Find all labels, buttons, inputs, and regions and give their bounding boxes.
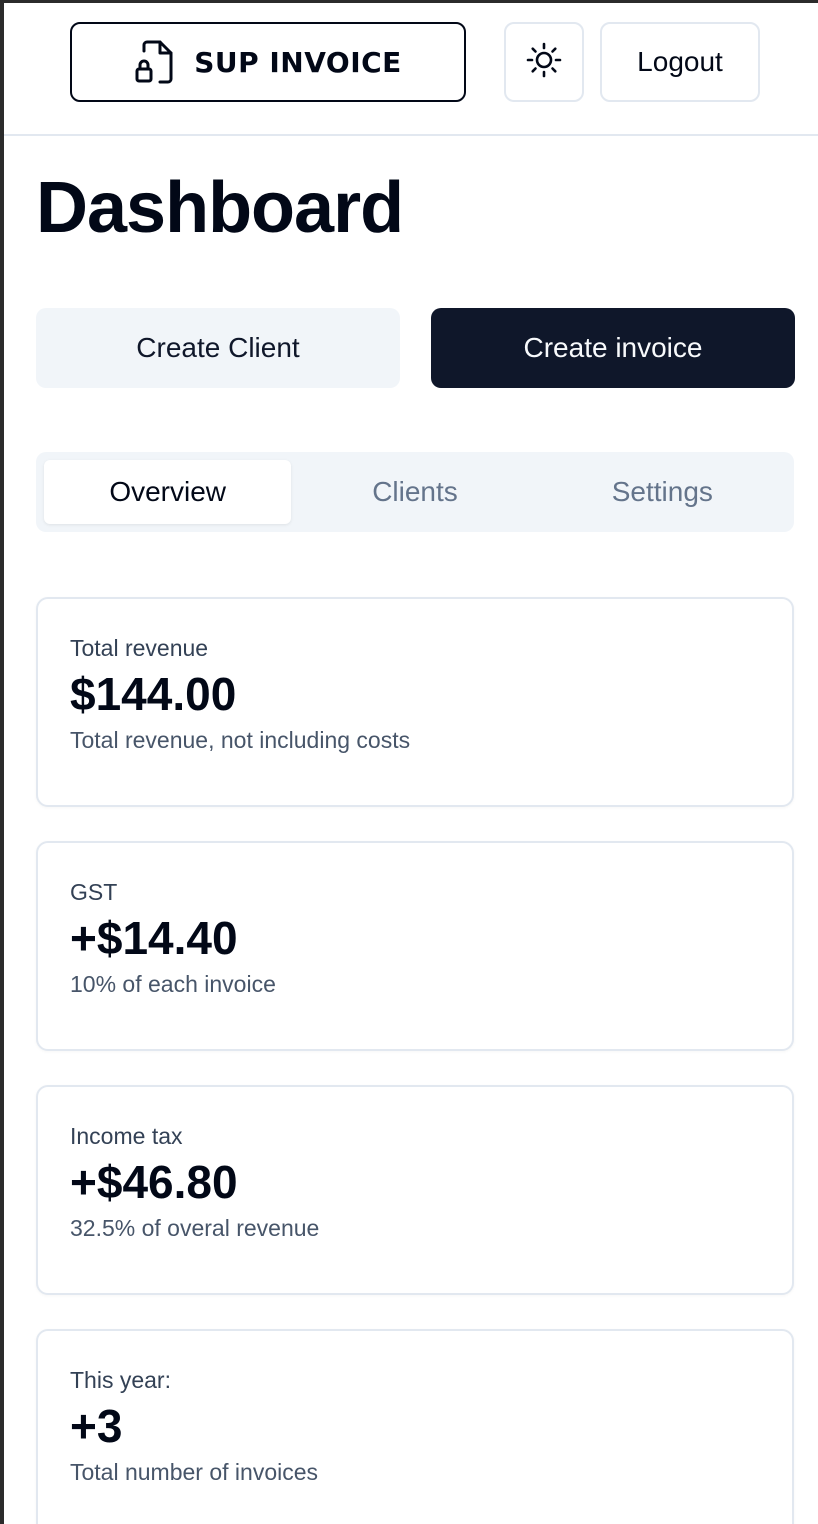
logout-button[interactable]: Logout (600, 22, 760, 102)
card-label: GST (70, 879, 118, 905)
create-invoice-button[interactable]: Create invoice (431, 308, 795, 388)
create-client-button[interactable]: Create Client (36, 308, 400, 388)
page-title: Dashboard (36, 168, 404, 248)
card-value: +3 (70, 1400, 123, 1452)
card-description: Total revenue, not including costs (70, 727, 411, 753)
card-description: Total number of invoices (70, 1459, 319, 1485)
card-description: 10% of each invoice (70, 971, 276, 997)
card-value: +$46.80 (70, 1156, 238, 1208)
top-header: SUP INVOICE Logout (4, 3, 818, 136)
card-value: +$14.40 (70, 912, 238, 964)
tab-overview[interactable]: Overview (44, 460, 292, 524)
card-value: $144.00 (70, 668, 237, 720)
file-lock-icon (134, 39, 174, 85)
card-description: 32.5% of overal revenue (70, 1215, 320, 1241)
sun-icon (526, 42, 562, 83)
gst-card: GST +$14.40 10% of each invoice (36, 841, 794, 1051)
theme-toggle-button[interactable] (504, 22, 584, 102)
total-revenue-card: Total revenue $144.00 Total revenue, not… (36, 597, 794, 807)
card-label: Income tax (70, 1123, 183, 1149)
card-label: This year: (70, 1367, 171, 1393)
brand-label: SUP INVOICE (194, 45, 402, 79)
app-frame: SUP INVOICE Logout Dashboard Create Clie… (0, 0, 818, 1524)
brand-button[interactable]: SUP INVOICE (70, 22, 466, 102)
card-label: Total revenue (70, 635, 209, 661)
tab-clients[interactable]: Clients (291, 460, 538, 524)
income-tax-card: Income tax +$46.80 32.5% of overal reven… (36, 1085, 794, 1295)
dashboard-tabs: Overview Clients Settings (36, 452, 794, 532)
invoices-this-year-card: This year: +3 Total number of invoices (36, 1329, 794, 1524)
tab-settings[interactable]: Settings (539, 460, 786, 524)
